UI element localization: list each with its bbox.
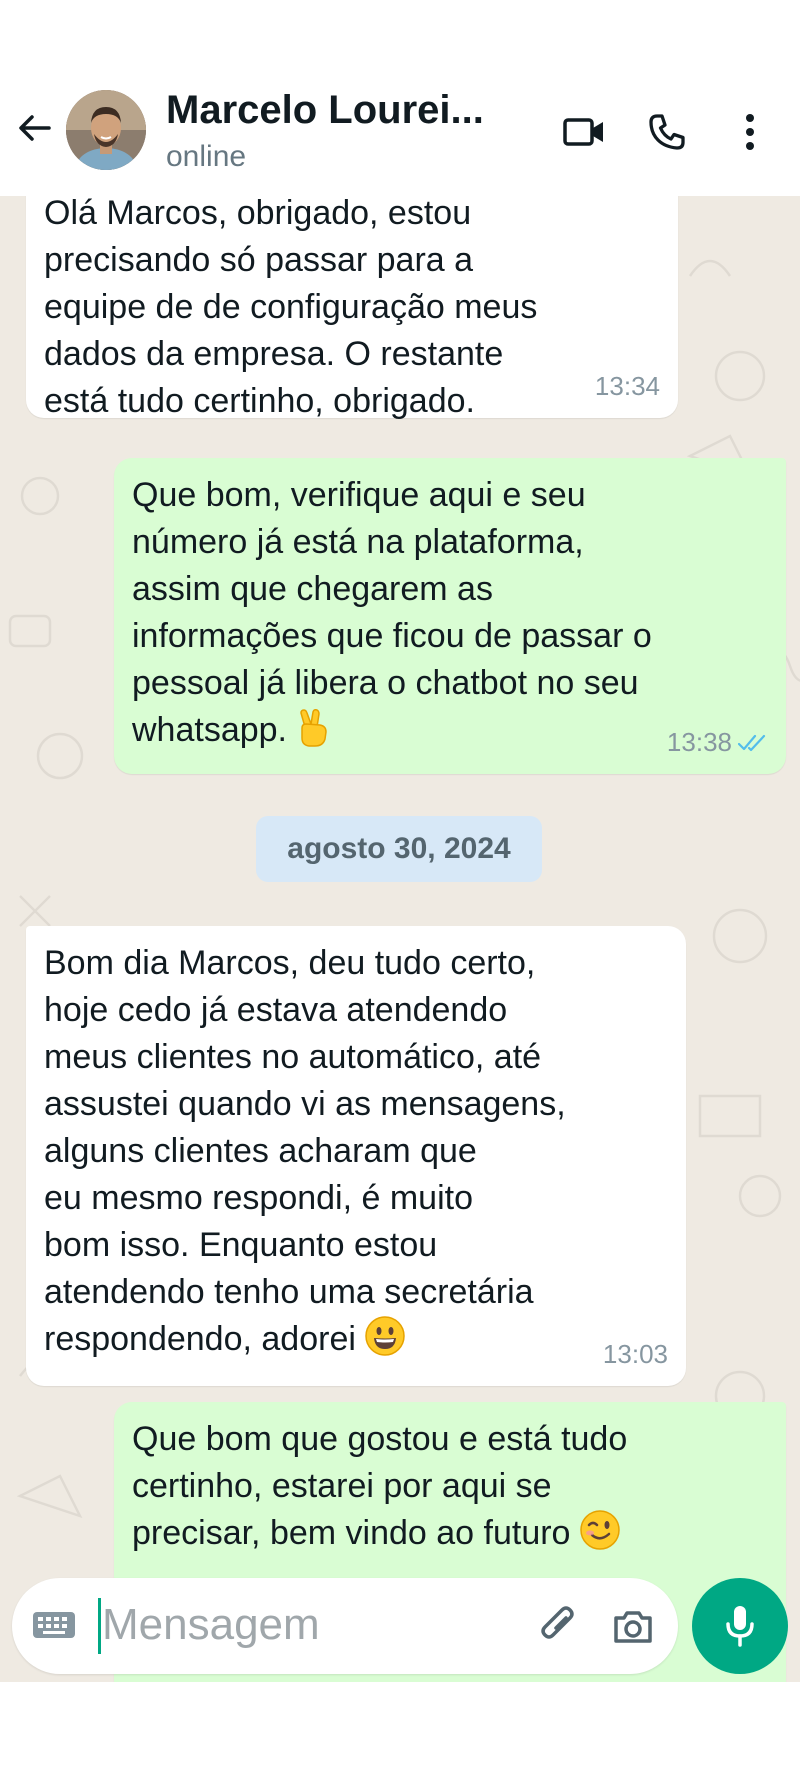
message-meta: 13:38 — [667, 719, 768, 766]
chat-screen: Marcelo Lourei... online Olá Marcos, obr… — [0, 0, 800, 1778]
message-composer[interactable] — [12, 1578, 678, 1674]
system-bottom-area — [0, 1682, 800, 1778]
message-text: Bom dia Marcos, deu tudo certo, hoje ced… — [44, 944, 566, 1358]
message-meta: 13:34 — [595, 363, 660, 410]
back-arrow-icon — [19, 115, 51, 141]
message-input[interactable] — [102, 1592, 502, 1658]
message-meta: 13:03 — [603, 1331, 668, 1378]
camera-button[interactable] — [610, 1604, 656, 1650]
chat-messages[interactable]: Olá Marcos, obrigado, estou precisando s… — [0, 196, 800, 1682]
message-content: Que bom, verifique aqui e seu número já … — [132, 472, 768, 760]
winking-face-emoji — [580, 1510, 620, 1563]
more-options-button[interactable] — [730, 110, 770, 154]
contact-status: online — [166, 140, 247, 173]
text-caret — [98, 1598, 101, 1654]
contact-avatar[interactable] — [66, 90, 146, 170]
message-content: Que bom que gostou e está tudo certinho,… — [132, 1416, 768, 1563]
mic-icon — [726, 1606, 754, 1647]
message-bubble-outgoing[interactable]: Que bom, verifique aqui e seu número já … — [114, 458, 786, 774]
message-text: Olá Marcos, obrigado, estou precisando s… — [44, 196, 538, 420]
avatar-photo — [66, 90, 146, 170]
attach-button[interactable] — [536, 1604, 582, 1650]
message-text: Que bom que gostou e está tudo certinho,… — [132, 1420, 628, 1552]
composer-bar — [0, 1570, 800, 1682]
message-content: Bom dia Marcos, deu tudo certo, hoje ced… — [44, 940, 668, 1369]
keyboard-button[interactable] — [32, 1608, 76, 1642]
contact-name[interactable]: Marcelo Lourei... — [166, 88, 516, 133]
video-call-button[interactable] — [560, 110, 608, 154]
message-time: 13:38 — [666, 727, 732, 757]
message-bubble-incoming[interactable]: Bom dia Marcos, deu tudo certo, hoje ced… — [26, 926, 686, 1386]
attach-icon — [541, 1606, 574, 1639]
message-time: 13:03 — [602, 1339, 668, 1369]
video-call-icon — [563, 118, 603, 146]
date-separator: agosto 30, 2024 — [256, 816, 542, 882]
more-options-icon — [746, 114, 754, 150]
chat-header: Marcelo Lourei... online — [0, 0, 800, 196]
victory-hand-emoji — [296, 709, 330, 760]
camera-icon — [614, 1611, 652, 1643]
message-bubble-incoming[interactable]: Olá Marcos, obrigado, estou precisando s… — [26, 196, 678, 420]
message-text: Que bom, verifique aqui e seu número já … — [132, 476, 652, 749]
grinning-face-emoji — [365, 1316, 406, 1369]
voice-call-icon — [649, 114, 685, 150]
back-button[interactable] — [14, 108, 54, 148]
read-receipt-icon — [738, 734, 766, 751]
message-time: 13:34 — [594, 371, 660, 401]
voice-message-button[interactable] — [692, 1578, 788, 1674]
voice-call-button[interactable] — [643, 110, 691, 154]
keyboard-icon — [33, 1612, 75, 1638]
